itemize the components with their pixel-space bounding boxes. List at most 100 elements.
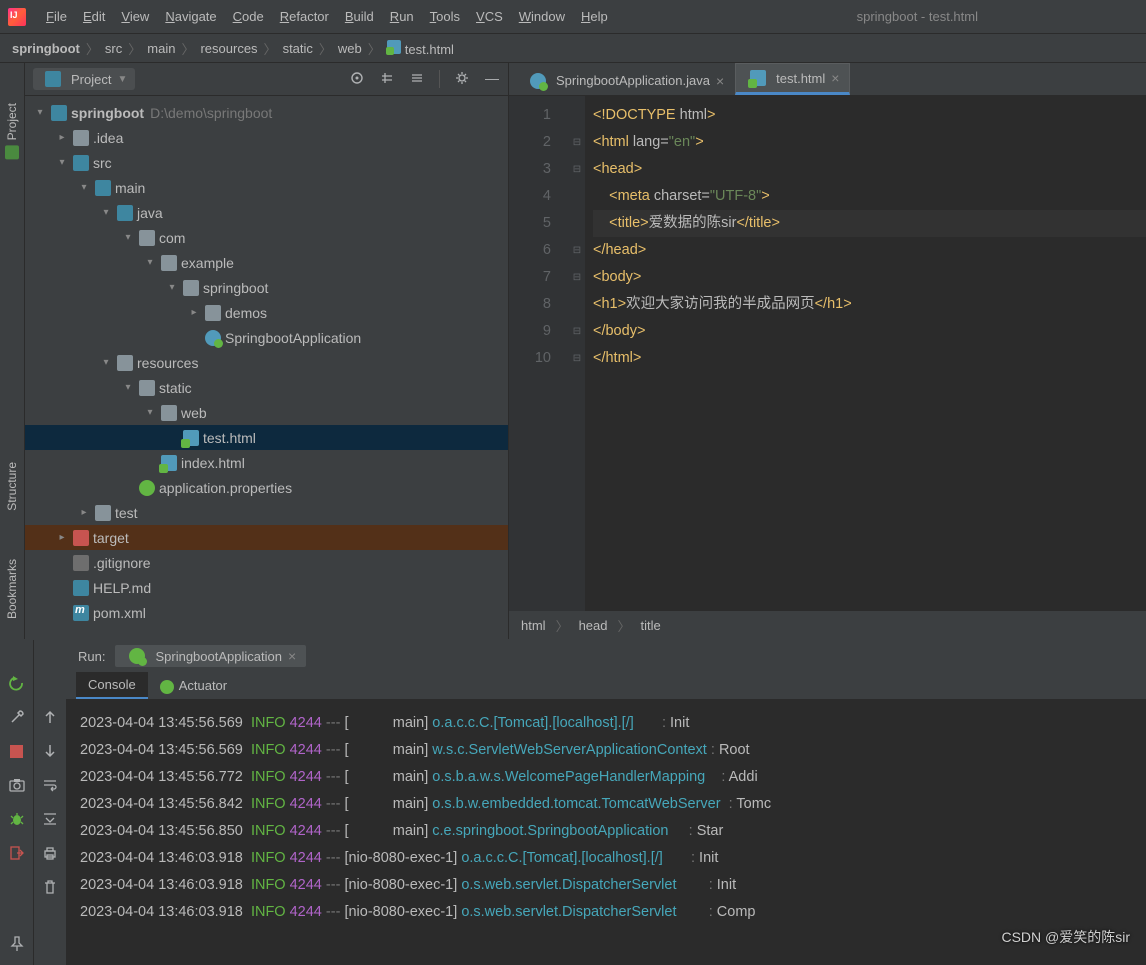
tree-row[interactable]: HELP.md — [25, 575, 508, 600]
tree-row[interactable]: .gitignore — [25, 550, 508, 575]
tree-row[interactable]: pom.xml — [25, 600, 508, 625]
rerun-icon[interactable] — [8, 674, 26, 692]
menu-vcs[interactable]: VCS — [468, 5, 511, 28]
print-icon[interactable] — [41, 844, 59, 862]
tree-row[interactable]: ▸target — [25, 525, 508, 550]
gear-icon[interactable] — [454, 70, 470, 86]
tree-row[interactable]: ▾java — [25, 200, 508, 225]
tree-label: springboot — [71, 105, 144, 121]
tree-arrow-icon[interactable]: ▾ — [99, 207, 113, 218]
bug-icon[interactable] — [8, 810, 26, 828]
tree-row[interactable]: application.properties — [25, 475, 508, 500]
tree-label: main — [115, 180, 145, 196]
tree-row[interactable]: ▸ .idea — [25, 125, 508, 150]
breadcrumb-item[interactable]: static — [283, 41, 313, 56]
tree-row[interactable]: index.html — [25, 450, 508, 475]
tree-row[interactable]: ▾example — [25, 250, 508, 275]
menu-run[interactable]: Run — [382, 5, 422, 28]
nav-trail-item[interactable]: html — [521, 618, 546, 633]
soft-wrap-icon[interactable] — [41, 776, 59, 794]
breadcrumb-item[interactable]: web — [338, 41, 362, 56]
tree-row[interactable]: ▾resources — [25, 350, 508, 375]
editor-tab[interactable]: test.html× — [735, 63, 850, 95]
hide-icon[interactable]: — — [484, 70, 500, 86]
nav-trail-item[interactable]: title — [641, 618, 661, 633]
menu-window[interactable]: Window — [511, 5, 573, 28]
tree-row[interactable]: ▾com — [25, 225, 508, 250]
camera-icon[interactable] — [8, 776, 26, 794]
tree-arrow-icon[interactable]: ▸ — [187, 307, 201, 318]
console-tab[interactable]: Console — [76, 672, 148, 699]
tree-arrow-icon[interactable]: ▾ — [165, 282, 179, 293]
tree-arrow-icon[interactable]: ▾ — [77, 182, 91, 193]
editor-body[interactable]: 12345678910 ⊟⊟⊟⊟⊟⊟ <!DOCTYPE html><html … — [509, 96, 1146, 611]
expand-all-icon[interactable] — [379, 70, 395, 86]
run-config-tab[interactable]: SpringbootApplication × — [115, 645, 306, 667]
editor-tab[interactable]: SpringbootApplication.java× — [515, 66, 735, 95]
stop-icon[interactable] — [8, 742, 26, 760]
tree-arrow-icon[interactable]: ▾ — [99, 357, 113, 368]
tree-row[interactable]: ▾ main — [25, 175, 508, 200]
tree-arrow-icon[interactable]: ▾ — [143, 407, 157, 418]
scroll-down-icon[interactable] — [41, 742, 59, 760]
tree-arrow-icon[interactable]: ▸ — [55, 132, 69, 143]
tree-row[interactable]: ▸test — [25, 500, 508, 525]
scroll-to-end-icon[interactable] — [41, 810, 59, 828]
trash-icon[interactable] — [41, 878, 59, 896]
close-icon[interactable]: × — [288, 648, 296, 664]
tree-row[interactable]: ▾src — [25, 150, 508, 175]
menu-file[interactable]: File — [38, 5, 75, 28]
menu-edit[interactable]: Edit — [75, 5, 113, 28]
tree-arrow-icon[interactable]: ▾ — [143, 257, 157, 268]
code-content[interactable]: <!DOCTYPE html><html lang="en"><head> <m… — [585, 96, 1146, 611]
close-icon[interactable]: × — [831, 70, 839, 86]
tree-arrow-icon[interactable]: ▸ — [55, 532, 69, 543]
bookmarks-tool-button[interactable]: Bookmarks — [5, 559, 19, 619]
tree-label: .idea — [93, 130, 123, 146]
pin-icon[interactable] — [8, 935, 26, 953]
tree-arrow-icon[interactable]: ▾ — [121, 232, 135, 243]
tree-arrow-icon[interactable]: ▾ — [121, 382, 135, 393]
menu-navigate[interactable]: Navigate — [157, 5, 224, 28]
fold-gutter[interactable]: ⊟⊟⊟⊟⊟⊟ — [569, 96, 585, 611]
project-tool-button[interactable]: Project — [5, 103, 19, 159]
select-opened-icon[interactable] — [349, 70, 365, 86]
structure-tool-button[interactable]: Structure — [5, 462, 19, 511]
breadcrumb-item[interactable]: main — [147, 41, 175, 56]
folder-icon — [73, 130, 89, 146]
menu-build[interactable]: Build — [337, 5, 382, 28]
tree-row[interactable]: ▾springbootD:\demo\springboot — [25, 100, 508, 125]
menu-code[interactable]: Code — [225, 5, 272, 28]
tree-row[interactable]: ▸demos — [25, 300, 508, 325]
tree-row[interactable]: test.html — [25, 425, 508, 450]
close-icon[interactable]: × — [716, 73, 724, 89]
tree-row[interactable]: ▾static — [25, 375, 508, 400]
menu-help[interactable]: Help — [573, 5, 616, 28]
actuator-tab[interactable]: Actuator — [148, 673, 239, 699]
tree-arrow-icon[interactable]: ▸ — [77, 507, 91, 518]
console-output[interactable]: 2023-04-04 13:45:56.569 INFO 4244 --- [ … — [66, 700, 1146, 965]
tree-arrow-icon[interactable]: ▾ — [55, 157, 69, 168]
tools-icon[interactable] — [8, 708, 26, 726]
breadcrumb-item[interactable]: src — [105, 41, 122, 56]
project-tree[interactable]: ▾springbootD:\demo\springboot▸.idea▾src▾… — [25, 96, 508, 639]
breadcrumb-item[interactable]: springboot — [12, 41, 80, 56]
tree-row[interactable]: SpringbootApplication — [25, 325, 508, 350]
menu-view[interactable]: View — [113, 5, 157, 28]
editor-breadcrumb[interactable]: html〉head〉title — [509, 611, 1146, 639]
scroll-up-icon[interactable] — [41, 708, 59, 726]
breadcrumb-item[interactable]: resources — [200, 41, 257, 56]
chevron-right-icon: 〉 — [618, 616, 631, 635]
tree-row[interactable]: ▾web — [25, 400, 508, 425]
exit-icon[interactable] — [8, 844, 26, 862]
nav-trail-item[interactable]: head — [579, 618, 608, 633]
menu-tools[interactable]: Tools — [422, 5, 468, 28]
breadcrumb-item[interactable]: test.html — [387, 40, 454, 57]
project-view-selector[interactable]: Project ▼ — [33, 68, 135, 90]
collapse-all-icon[interactable] — [409, 70, 425, 86]
tree-row[interactable]: ▾springboot — [25, 275, 508, 300]
menu-refactor[interactable]: Refactor — [272, 5, 337, 28]
project-panel: Project ▼ — ▾springbootD:\demo\springboo… — [25, 63, 509, 639]
md-icon — [73, 580, 89, 596]
tree-arrow-icon[interactable]: ▾ — [33, 107, 47, 118]
